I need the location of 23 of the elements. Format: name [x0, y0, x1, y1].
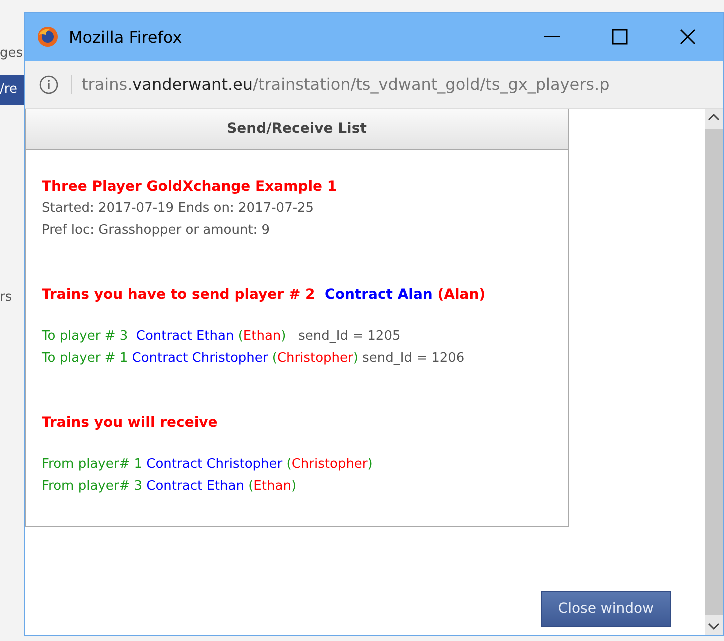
- window-title: Mozilla Firefox: [69, 28, 184, 46]
- train-entry: From player# 3 Contract Ethan (Ethan): [42, 478, 298, 496]
- section-heading: Trains you have to send player # 2 Contract Alan (Alan): [42, 286, 487, 305]
- maximize-icon[interactable]: [612, 29, 628, 45]
- section-heading: Trains you will receive: [42, 414, 219, 433]
- minimize-icon[interactable]: [544, 36, 560, 38]
- panel-header: Send/Receive List: [26, 109, 568, 150]
- close-icon[interactable]: [680, 29, 696, 45]
- scroll-up-icon[interactable]: [708, 113, 720, 121]
- info-line: Pref loc: Grasshopper or amount: 9: [42, 222, 272, 240]
- browser-logo-icon: [37, 26, 59, 48]
- train-entry: To player # 3 Contract Ethan (Ethan) send_Id = 1205: [42, 328, 402, 346]
- scroll-down-icon[interactable]: [708, 623, 720, 631]
- scrollbar[interactable]: [705, 109, 723, 635]
- page-text-fragment: rs: [0, 290, 12, 305]
- list-title: Three Player GoldXchange Example 1: [42, 178, 338, 197]
- close-window-button[interactable]: Close window: [541, 591, 671, 627]
- info-line: Started: 2017-07-19 Ends on: 2017-07-25: [42, 200, 316, 218]
- train-entry: From player# 1 Contract Christopher (Christopher): [42, 456, 374, 474]
- page-text-fragment: /re: [0, 75, 24, 105]
- train-entry: To player # 1 Contract Christopher (Christopher) send_Id = 1206: [42, 350, 466, 368]
- info-icon[interactable]: [39, 74, 59, 94]
- page-text-fragment: ges: [0, 46, 24, 61]
